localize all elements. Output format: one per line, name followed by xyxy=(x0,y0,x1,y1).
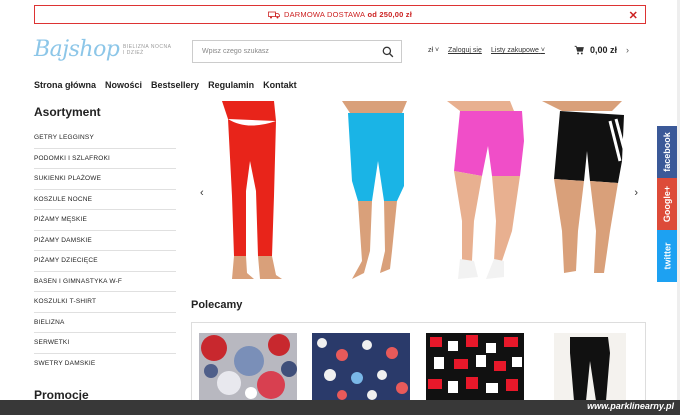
slider-image xyxy=(222,101,628,279)
search-box xyxy=(192,40,402,63)
google-plus-tab[interactable]: Google+ xyxy=(657,178,677,230)
leggings-cyan xyxy=(342,101,407,279)
recommended-title: Polecamy xyxy=(191,299,243,311)
shopping-lists-link[interactable]: Listy zakupowe ˅ xyxy=(491,47,545,54)
cart-total: 0,00 zł xyxy=(590,45,618,55)
hero-slider[interactable]: ‹ › xyxy=(192,101,646,286)
search-icon[interactable] xyxy=(382,46,394,58)
shopping-lists-label: Listy zakupowe xyxy=(491,47,539,54)
main-nav: Strona główna Nowości Bestsellery Regula… xyxy=(34,80,297,90)
search-input[interactable] xyxy=(193,41,382,62)
logo[interactable]: Bajshop xyxy=(34,37,120,62)
nav-item-home[interactable]: Strona główna xyxy=(34,80,96,90)
category-list: GETRY LEGGINSY PODOMKI I SZLAFROKI SUKIE… xyxy=(34,128,176,374)
watermark-bar: www.parklinearny.pl xyxy=(0,400,680,415)
chevron-down-icon: ˅ xyxy=(540,47,545,54)
free-shipping-banner: DARMOWA DOSTAWA od 250,00 zł ✕ xyxy=(34,5,646,24)
product-tile[interactable] xyxy=(199,333,297,401)
watermark-text: www.parklinearny.pl xyxy=(587,401,674,411)
nav-item-terms[interactable]: Regulamin xyxy=(208,80,254,90)
currency-select[interactable]: zł ˅ xyxy=(428,47,439,54)
leggings-red xyxy=(222,101,282,279)
product-image-black-pants xyxy=(540,333,638,401)
sidebar-item-nightgowns[interactable]: KOSZULE NOCNE xyxy=(34,190,176,210)
sidebar-item-mens-pajamas[interactable]: PIŻAMY MĘSKIE xyxy=(34,210,176,231)
sidebar-item-womens-pajamas[interactable]: PIŻAMY DAMSKIE xyxy=(34,231,176,251)
slider-next-button[interactable]: › xyxy=(634,187,638,199)
twitter-label: twitter xyxy=(662,242,672,270)
sidebar-item-tshirts[interactable]: KOSZULKI T-SHIRT xyxy=(34,292,176,313)
google-plus-label: Google+ xyxy=(662,185,673,223)
cart-icon xyxy=(574,45,584,55)
sidebar-item-swim-gym[interactable]: BASEN I GIMNASTYKA W-F xyxy=(34,272,176,292)
nav-item-bestsellers[interactable]: Bestsellery xyxy=(151,80,199,90)
product-tile[interactable] xyxy=(540,333,638,401)
product-image-checkered-red xyxy=(426,333,524,401)
close-icon[interactable]: ✕ xyxy=(629,9,638,22)
twitter-tab[interactable]: twitter xyxy=(657,230,677,282)
product-tile[interactable] xyxy=(426,333,524,401)
product-image-floral-grey xyxy=(199,333,297,401)
logo-tagline-line-2: I DZIEŻ xyxy=(123,50,144,56)
product-image-floral-navy xyxy=(312,333,410,401)
facebook-tab[interactable]: facebook xyxy=(657,126,677,178)
nav-item-contact[interactable]: Kontakt xyxy=(263,80,297,90)
facebook-label: facebook xyxy=(662,132,673,172)
sidebar-item-kids-pajamas[interactable]: PIŻAMY DZIECIĘCE xyxy=(34,251,176,272)
nav-item-new[interactable]: Nowości xyxy=(105,80,142,90)
sidebar-item-leggings[interactable]: GETRY LEGGINSY xyxy=(34,128,176,149)
truck-icon xyxy=(268,11,280,18)
sidebar-item-robes[interactable]: PODOMKI I SZLAFROKI xyxy=(34,149,176,169)
chevron-right-icon: › xyxy=(626,45,630,55)
slider-prev-button[interactable]: ‹ xyxy=(200,187,204,199)
sidebar-item-underwear[interactable]: BIELIZNA xyxy=(34,313,176,333)
promo-text: DARMOWA DOSTAWA xyxy=(283,10,366,19)
shorts-black xyxy=(542,101,628,273)
sidebar-item-beach-dresses[interactable]: SUKIENKI PLAŻOWE xyxy=(34,169,176,190)
login-link[interactable]: Zaloguj się xyxy=(448,47,482,54)
shorts-pink xyxy=(447,101,524,279)
currency-label: zł xyxy=(428,47,434,54)
chevron-down-icon: ˅ xyxy=(435,47,440,54)
logo-tagline: BIELIZNA NOCNA I DZIEŻ xyxy=(123,44,171,56)
product-tile[interactable] xyxy=(312,333,410,401)
sidebar-item-sweaters[interactable]: SWETRY DAMSKIE xyxy=(34,354,176,375)
sidebar-title: Asortyment xyxy=(34,105,101,119)
promo-amount: od 250,00 zł xyxy=(367,10,412,19)
sidebar-item-napkins[interactable]: SERWETKI xyxy=(34,333,176,354)
cart-button[interactable]: 0,00 zł › xyxy=(574,45,629,55)
